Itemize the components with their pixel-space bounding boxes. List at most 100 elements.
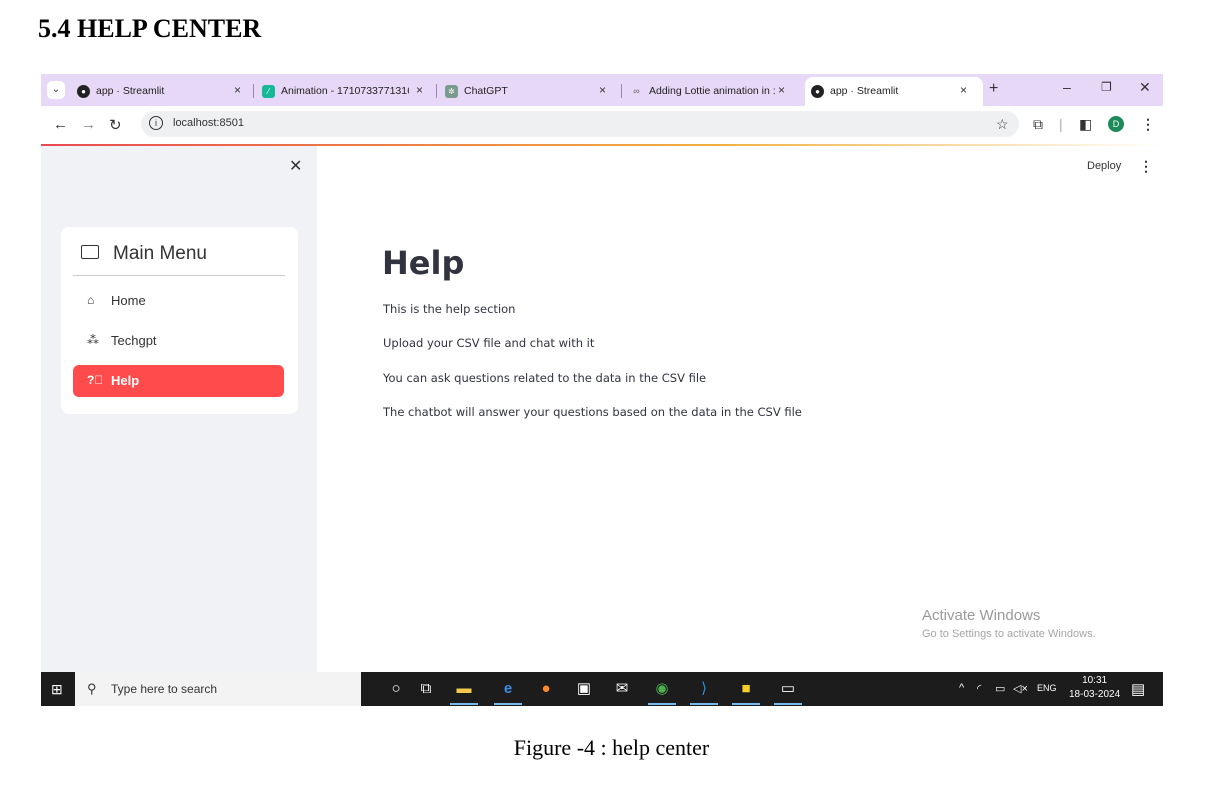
page-title: Help: [382, 244, 465, 282]
search-icon: ⚲: [87, 681, 97, 696]
tab-close-icon[interactable]: ×: [599, 83, 606, 97]
forward-icon[interactable]: →: [81, 116, 96, 133]
tab-search-button[interactable]: ⌄: [47, 81, 65, 99]
tab-4[interactable]: ∞ Adding Lottie animation in : ×: [624, 77, 802, 106]
tab-title: app · Streamlit: [96, 85, 165, 97]
help-paragraph: You can ask questions related to the dat…: [383, 371, 707, 385]
browser-menu-icon[interactable]: ⋮: [1141, 116, 1155, 133]
app-menu-icon[interactable]: ⋮: [1139, 158, 1153, 175]
network-icon: ⁂: [87, 333, 99, 347]
running-indicator: [690, 703, 718, 705]
sidebar-close-icon[interactable]: ✕: [289, 156, 302, 176]
store-icon[interactable]: ▣: [573, 679, 595, 699]
tab-separator: [253, 84, 254, 98]
site-info-icon[interactable]: i: [149, 116, 163, 130]
running-indicator: [494, 703, 522, 705]
running-indicator: [450, 703, 478, 705]
window-close-icon[interactable]: ✕: [1139, 79, 1151, 96]
lottie-icon: ⁄: [262, 85, 275, 98]
menu-title: Main Menu: [81, 243, 207, 265]
taskbar-search-placeholder: Type here to search: [111, 682, 218, 696]
windows-start-icon[interactable]: ⊞: [51, 681, 63, 698]
tab-close-icon[interactable]: ×: [234, 83, 241, 97]
menu-item-help[interactable]: ?⃝ Help: [73, 365, 284, 397]
bookmark-star-icon[interactable]: ☆: [996, 116, 1009, 133]
chatgpt-icon: ✲: [445, 85, 458, 98]
show-hidden-icons-icon[interactable]: ^: [959, 682, 964, 694]
tab-title: Adding Lottie animation in :: [649, 85, 776, 97]
toolbar-divider: |: [1059, 116, 1063, 132]
display-icon: [81, 244, 99, 259]
side-panel-icon[interactable]: ◧: [1079, 116, 1092, 133]
tab-close-icon[interactable]: ×: [960, 83, 967, 97]
extensions-icon[interactable]: ⧉: [1033, 116, 1043, 133]
sidebar: ✕ Main Menu ⌂ Home ⁂ Techgpt ?⃝ Help: [41, 146, 317, 672]
new-tab-button[interactable]: +: [989, 80, 998, 98]
tab-close-icon[interactable]: ×: [778, 83, 785, 97]
running-indicator: [732, 703, 760, 705]
clock-time: 10:31: [1082, 675, 1108, 686]
menu-divider: [73, 275, 285, 276]
tab-2[interactable]: ⁄ Animation - 1710733771316 ×: [256, 77, 434, 106]
notification-icon[interactable]: ▤: [1131, 680, 1145, 698]
tab-title: app · Streamlit: [830, 85, 899, 97]
taskbar-clock[interactable]: 10:31 18-03-2024: [1069, 674, 1120, 702]
reload-icon[interactable]: ↻: [109, 116, 122, 134]
menu-item-label: Help: [111, 373, 140, 388]
battery-icon[interactable]: ▭: [995, 682, 1005, 695]
help-paragraph: This is the help section: [383, 302, 516, 316]
running-indicator: [648, 703, 676, 705]
tab-separator: [436, 84, 437, 98]
windows-taskbar: ⊞ ⚲ Type here to search ○ ⧉ ▬ e ● ▣ ✉ ◉ …: [41, 672, 1163, 706]
activate-windows-title: Activate Windows: [922, 607, 1041, 624]
minimize-icon[interactable]: –: [1063, 79, 1071, 95]
profile-avatar[interactable]: D: [1108, 116, 1124, 132]
edge-icon[interactable]: e: [497, 679, 519, 699]
back-icon[interactable]: ←: [53, 116, 68, 133]
tab-close-icon[interactable]: ×: [416, 83, 423, 97]
question-circle-icon: ?⃝: [87, 373, 104, 387]
tab-3[interactable]: ✲ ChatGPT ×: [439, 77, 619, 106]
volume-muted-icon[interactable]: ◁×: [1013, 682, 1028, 695]
tab-title: ChatGPT: [464, 85, 508, 97]
figure-caption: Figure -4 : help center: [513, 735, 710, 760]
restore-icon[interactable]: ❐: [1101, 80, 1112, 94]
house-icon: ⌂: [87, 293, 95, 307]
taskbar-search[interactable]: ⚲ Type here to search: [75, 672, 361, 706]
deploy-button[interactable]: Deploy: [1087, 160, 1121, 172]
mail-icon[interactable]: ✉: [611, 679, 633, 699]
menu-item-home[interactable]: ⌂ Home: [73, 285, 284, 317]
tab-1[interactable]: ● app · Streamlit ×: [71, 77, 251, 106]
vscode-icon[interactable]: ⟩: [693, 679, 715, 699]
main-menu-card: Main Menu ⌂ Home ⁂ Techgpt ?⃝ Help: [61, 227, 298, 414]
menu-item-label: Home: [111, 293, 146, 308]
terminal-icon[interactable]: ▭: [777, 679, 799, 699]
network-status-icon[interactable]: ◜: [977, 682, 981, 695]
main-content: Deploy ⋮ Help This is the help section U…: [317, 146, 1163, 672]
sticky-notes-icon[interactable]: ■: [735, 679, 757, 699]
tab-strip: ⌄ ● app · Streamlit × ⁄ Animation - 1710…: [41, 74, 1163, 106]
streamlit-icon: ●: [811, 85, 824, 98]
file-explorer-icon[interactable]: ▬: [453, 679, 475, 699]
toolbar: ← → ↻ i localhost:8501 ☆ ⧉ | ◧ D ⋮: [41, 106, 1163, 144]
screenshot: ⌄ ● app · Streamlit × ⁄ Animation - 1710…: [41, 74, 1163, 706]
link-icon: ∞: [633, 86, 640, 96]
firefox-icon[interactable]: ●: [535, 679, 557, 699]
chrome-icon[interactable]: ◉: [651, 679, 673, 699]
help-paragraph: The chatbot will answer your questions b…: [383, 405, 802, 419]
running-indicator: [774, 703, 802, 705]
language-indicator[interactable]: ENG: [1037, 683, 1057, 693]
tab-separator: [621, 84, 622, 98]
activate-windows-subtitle: Go to Settings to activate Windows.: [922, 628, 1096, 640]
streamlit-icon: ●: [77, 85, 90, 98]
menu-item-techgpt[interactable]: ⁂ Techgpt: [73, 325, 284, 357]
document-heading: 5.4 HELP CENTER: [38, 14, 262, 43]
url-text: localhost:8501: [173, 117, 244, 129]
address-bar[interactable]: i localhost:8501: [141, 111, 1019, 137]
clock-date: 18-03-2024: [1069, 689, 1121, 700]
cortana-icon[interactable]: ○: [385, 679, 407, 699]
menu-title-text: Main Menu: [113, 243, 207, 264]
tab-5-active[interactable]: ● app · Streamlit ×: [805, 77, 983, 106]
tab-title: Animation - 1710733771316: [281, 85, 409, 97]
task-view-icon[interactable]: ⧉: [415, 679, 437, 699]
